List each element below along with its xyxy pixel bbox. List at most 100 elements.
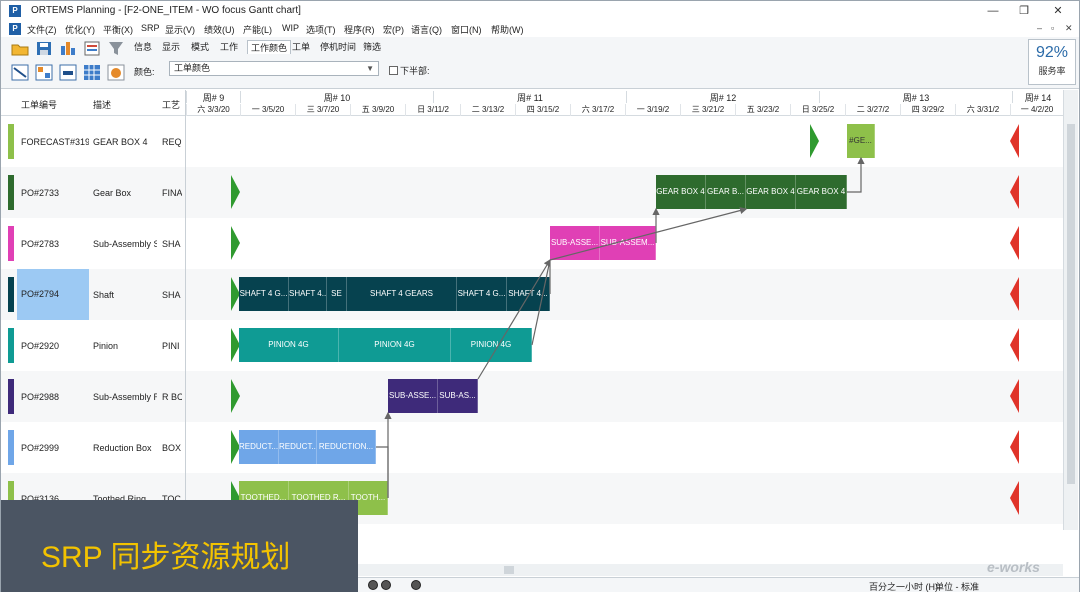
tab-downtime[interactable]: 停机时间 (317, 40, 359, 54)
order-description: GEAR BOX 4 (93, 137, 148, 147)
move-tool-icon[interactable] (59, 64, 77, 81)
table-row[interactable]: PO#2988 Sub-Assembly R R BC (1, 371, 185, 422)
tab-display[interactable]: 显示 (159, 40, 183, 54)
vertical-scrollbar[interactable] (1063, 90, 1078, 530)
title-bar: P ORTEMS Planning - [F2-ONE_ITEM - WO fo… (1, 1, 1079, 21)
order-process: FINA (162, 188, 182, 198)
table-row[interactable]: PO#2999 Reduction Box BOX (1, 422, 185, 473)
column-header-order-id[interactable]: 工单编号 (21, 98, 57, 111)
menu-optimize[interactable]: 优化(Y) (65, 23, 95, 36)
day-label: 四 3/29/2 (900, 104, 955, 116)
column-header-process[interactable]: 工艺 (162, 98, 180, 111)
palette-icon[interactable] (107, 64, 125, 81)
dependency-link (847, 156, 865, 193)
tab-mode[interactable]: 模式 (188, 40, 212, 54)
menu-file[interactable]: 文件(Z) (27, 23, 57, 36)
filter-icon[interactable] (107, 40, 125, 57)
table-row[interactable]: PO#2783 Sub-Assembly S SHA (1, 218, 185, 269)
order-description: Gear Box (93, 188, 132, 198)
link-tool-icon[interactable] (11, 64, 29, 81)
bar-chart-icon[interactable] (59, 40, 77, 57)
pattern-tool-icon[interactable] (35, 64, 53, 81)
tab-work-order[interactable]: 工单 (289, 40, 313, 54)
menu-srp[interactable]: SRP (141, 23, 160, 33)
lower-half-label: 下半部: (400, 66, 430, 76)
menu-window[interactable]: 窗口(N) (451, 23, 482, 36)
day-label: 日 3/11/2 (405, 104, 460, 116)
timeline-header: 周# 9 周# 10 周# 11 周# 12 周# 13 周# 14 六 3/3… (186, 90, 1063, 116)
horizontal-scrollbar[interactable] (358, 564, 1063, 576)
lower-half-checkbox[interactable]: 下半部: (389, 64, 430, 77)
dependency-links (376, 156, 865, 498)
week-label: 周# 11 (433, 91, 626, 103)
menu-options[interactable]: 选项(T) (306, 23, 336, 36)
order-process: SHA (162, 239, 181, 249)
dependency-link (531, 259, 551, 346)
grid-tool-icon[interactable] (83, 64, 101, 81)
status-unit: 百分之一小时 (H) (869, 582, 938, 592)
open-folder-icon[interactable] (11, 40, 29, 57)
menu-language[interactable]: 语言(Q) (411, 23, 442, 36)
day-label: 二 3/13/2 (460, 104, 515, 116)
service-rate-label: 服务率 (1038, 66, 1066, 76)
day-label: 五 3/23/2 (735, 104, 790, 116)
menu-balance[interactable]: 平衡(X) (103, 23, 133, 36)
grid-header: 工单编号 描述 工艺 (1, 90, 185, 116)
order-process: SHA (162, 290, 181, 300)
day-label: 一 3/5/20 (240, 104, 295, 116)
save-icon[interactable] (35, 40, 53, 57)
dependency-link (376, 446, 389, 498)
menu-display[interactable]: 显示(V) (165, 23, 195, 36)
document-icon: P (9, 23, 21, 35)
order-process: REQ (162, 137, 182, 147)
mdi-close-button[interactable]: ✕ (1065, 23, 1073, 34)
caption-text: SRP 同步资源规划 (41, 541, 291, 574)
status-ok-icon (368, 580, 378, 590)
week-label: 周# 14 (1012, 91, 1063, 103)
order-id: PO#2988 (21, 392, 60, 402)
color-select[interactable]: 工单颜色 ▼ (169, 61, 379, 76)
order-id: PO#2920 (21, 341, 60, 351)
tab-work[interactable]: 工作 (217, 40, 241, 54)
menu-program[interactable]: 程序(R) (344, 23, 375, 36)
tab-info[interactable]: 信息 (131, 40, 155, 54)
app-window: P ORTEMS Planning - [F2-ONE_ITEM - WO fo… (0, 0, 1080, 592)
window-title: ORTEMS Planning - [F2-ONE_ITEM - WO focu… (31, 5, 301, 16)
status-standard: 单位 - 标准 (935, 582, 979, 592)
order-process: PINI (162, 341, 180, 351)
menu-help[interactable]: 帮助(W) (491, 23, 524, 36)
column-header-description[interactable]: 描述 (93, 98, 111, 111)
minimize-button[interactable]: — (978, 3, 1008, 19)
table-row[interactable]: PO#2920 Pinion PINI (1, 320, 185, 371)
day-label: 六 3/31/2 (955, 104, 1010, 116)
service-rate-value: 92% (1035, 44, 1069, 61)
order-process: R BC (162, 392, 182, 402)
menu-macro[interactable]: 宏(P) (383, 23, 404, 36)
order-id: PO#2783 (21, 239, 60, 249)
checkbox-icon (389, 66, 398, 75)
maximize-button[interactable]: ❐ (1009, 3, 1039, 19)
table-row[interactable]: PO#2794 Shaft SHA (1, 269, 185, 320)
chevron-down-icon: ▼ (366, 64, 374, 73)
order-id: PO#2733 (21, 188, 60, 198)
table-row[interactable]: FORECAST#3199 GEAR BOX 4 REQ (1, 116, 185, 167)
menu-bar: P 文件(Z) 优化(Y) 平衡(X) SRP 显示(V) 绩效(U) 产能(L… (1, 21, 1079, 37)
menu-capacity[interactable]: 产能(L) (243, 23, 272, 36)
tab-filter[interactable]: 筛选 (360, 40, 384, 54)
report-icon[interactable] (83, 40, 101, 57)
status-ok-icon (381, 580, 391, 590)
mdi-minimize-button[interactable]: – (1037, 23, 1042, 33)
color-label: 颜色: (134, 67, 155, 77)
status-record-icon[interactable] (411, 580, 421, 590)
scrollbar-thumb[interactable] (1067, 124, 1075, 484)
caption-banner: SRP 同步资源规划 (1, 500, 358, 592)
tab-work-color[interactable]: 工作颜色 (247, 40, 292, 54)
mdi-restore-button[interactable]: ▫ (1051, 23, 1054, 33)
close-button[interactable]: ✕ (1043, 3, 1073, 19)
menu-wip[interactable]: WIP (282, 23, 299, 33)
order-color-swatch (8, 175, 14, 210)
menu-performance[interactable]: 绩效(U) (204, 23, 235, 36)
day-label: 六 3/17/2 (570, 104, 625, 116)
scrollbar-thumb[interactable] (504, 566, 514, 574)
table-row[interactable]: PO#2733 Gear Box FINA (1, 167, 185, 218)
